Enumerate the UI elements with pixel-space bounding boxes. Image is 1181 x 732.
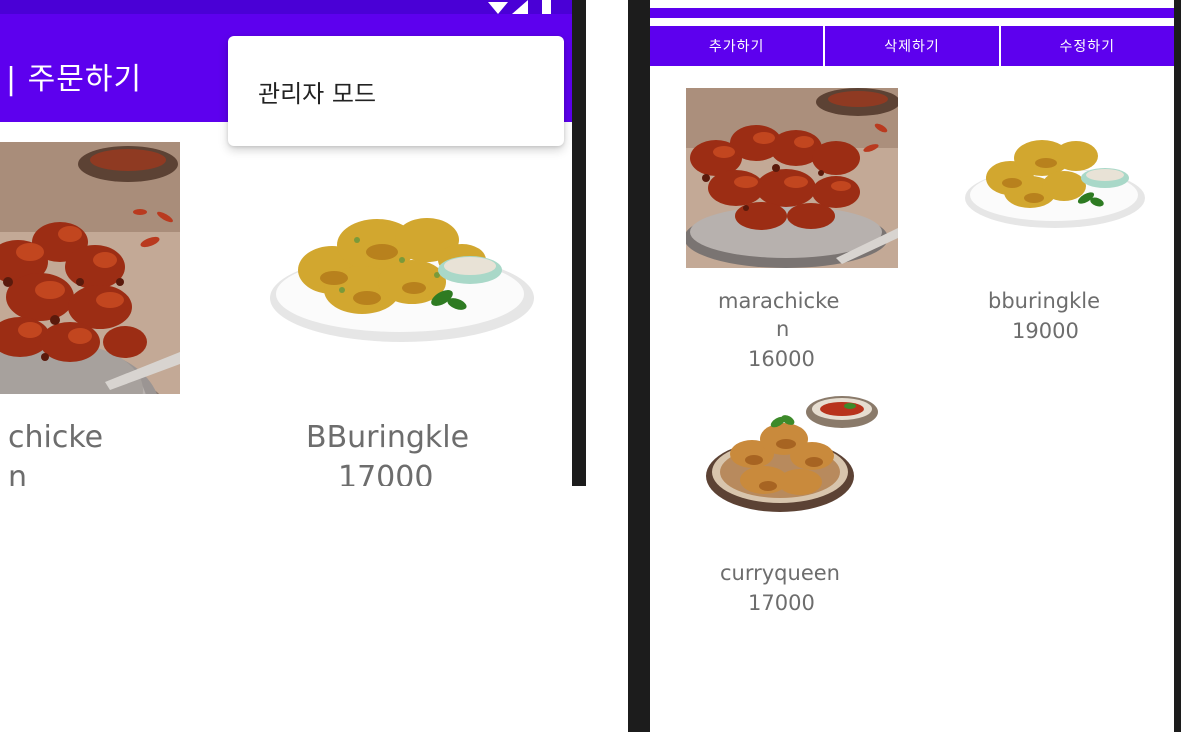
product-name-marachicken-line2: n — [776, 317, 790, 341]
add-button[interactable]: 추가하기 — [650, 26, 826, 68]
wifi-icon — [488, 2, 508, 14]
overflow-menu: 관리자 모드 — [228, 36, 564, 146]
product-price-bburingkle: 19000 — [1012, 319, 1079, 343]
status-icons — [488, 0, 551, 14]
product-name-marachicken: marachicke — [718, 289, 840, 313]
product-image-marachicken[interactable] — [686, 88, 898, 268]
app-bar — [650, 8, 1174, 18]
signal-icon — [512, 0, 528, 14]
menu-item-admin-mode[interactable]: 관리자 모드 — [258, 74, 376, 109]
divider — [572, 0, 586, 486]
battery-icon — [542, 0, 551, 14]
delete-button[interactable]: 삭제하기 — [825, 26, 1001, 68]
admin-screen: 추가하기 삭제하기 수정하기 marachicke n 16000 bburin… — [650, 0, 1174, 732]
product-price-bburingkle: 17000 — [338, 460, 434, 486]
spacer — [586, 0, 628, 732]
product-image-bburingkle[interactable] — [262, 190, 542, 350]
product-name-chicken-line2: n — [8, 460, 28, 486]
product-image-chicken[interactable] — [0, 142, 180, 394]
right-screenshot: 추가하기 삭제하기 수정하기 marachicke n 16000 bburin… — [628, 0, 1181, 732]
edit-button[interactable]: 수정하기 — [1000, 26, 1174, 68]
product-name-bburingkle: BBuringkle — [306, 420, 470, 455]
product-name-bburingkle: bburingkle — [988, 289, 1100, 313]
product-price-curryqueen: 17000 — [748, 591, 815, 615]
left-screenshot: | 주문하기 관리자 모드 chicke n BBuringkle 17000 — [0, 0, 572, 486]
product-name-curryqueen: curryqueen — [720, 561, 840, 585]
frame-border — [1174, 0, 1181, 732]
product-image-curryqueen[interactable] — [702, 384, 882, 516]
product-image-bburingkle[interactable] — [960, 120, 1150, 232]
product-name-chicken: chicke — [8, 420, 104, 455]
product-price-marachicken: 16000 — [748, 347, 815, 371]
admin-button-row: 추가하기 삭제하기 수정하기 — [650, 26, 1174, 68]
page-title: | 주문하기 — [6, 62, 143, 97]
